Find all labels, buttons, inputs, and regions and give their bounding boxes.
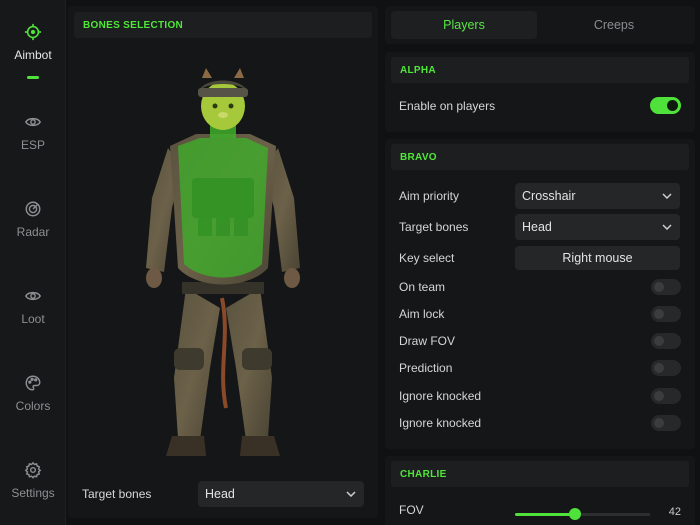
ignore-knocked-toggle-2[interactable] (651, 415, 681, 431)
ignore-knocked-toggle[interactable] (651, 388, 681, 404)
bravo-header: BRAVO (391, 144, 689, 170)
sidebar-item-label: Settings (11, 485, 55, 500)
tab-players[interactable]: Players (391, 11, 537, 39)
active-indicator (27, 76, 39, 79)
character-model[interactable] (138, 68, 308, 463)
select-value: Crosshair (522, 189, 576, 203)
sidebar-item-esp[interactable]: ESP (0, 102, 66, 162)
sidebar-item-radar[interactable]: Radar (0, 189, 66, 249)
draw-fov-toggle[interactable] (651, 333, 681, 349)
bravo-section: BRAVO Aim priority Crosshair Target bone… (385, 139, 695, 449)
sidebar: Aimbot ESP Radar Loot Colors Settings (0, 0, 66, 525)
prediction-label: Prediction (399, 361, 453, 375)
sidebar-item-loot[interactable]: Loot (0, 276, 66, 336)
palette-icon (25, 375, 41, 390)
fov-slider-track (575, 513, 650, 516)
charlie-header: CHARLIE (391, 461, 689, 487)
bones-selection-panel: BONES SELECTION Target bones Head (68, 6, 378, 518)
sidebar-item-label: Radar (16, 224, 50, 239)
gear-icon (24, 461, 42, 479)
fov-slider-thumb[interactable] (569, 508, 581, 520)
eye-icon (24, 291, 42, 300)
enable-on-players-toggle[interactable] (650, 97, 681, 114)
target-bones-label: Target bones (399, 220, 469, 234)
select-value: Head (205, 487, 235, 501)
radar-icon (25, 201, 41, 216)
crosshair-icon (24, 23, 42, 40)
fov-label: FOV (399, 503, 424, 517)
sidebar-item-label: ESP (20, 137, 45, 152)
key-select-label: Key select (399, 251, 455, 265)
mode-tabs: Players Creeps (385, 6, 695, 44)
aim-lock-label: Aim lock (399, 307, 445, 321)
chevron-down-icon (662, 193, 672, 199)
sidebar-item-aimbot[interactable]: Aimbot (0, 12, 66, 72)
bones-selection-header: BONES SELECTION (74, 12, 372, 38)
sidebar-item-settings[interactable]: Settings (0, 450, 66, 510)
prediction-toggle[interactable] (651, 360, 681, 376)
sidebar-item-label: Colors (15, 398, 51, 413)
sidebar-item-label: Aimbot (14, 47, 52, 62)
alpha-section: ALPHA Enable on players (385, 52, 695, 132)
ignore-knocked-label-2: Ignore knocked (399, 416, 482, 430)
ignore-knocked-label: Ignore knocked (399, 389, 482, 403)
aim-priority-select[interactable]: Crosshair (515, 183, 680, 209)
sidebar-item-label: Loot (21, 311, 45, 326)
tab-creeps[interactable]: Creeps (541, 11, 687, 39)
charlie-section: CHARLIE FOV 42 (385, 456, 695, 525)
target-bones-select[interactable]: Head (198, 481, 364, 507)
chevron-down-icon (662, 224, 672, 230)
fov-value: 42 (668, 506, 681, 518)
draw-fov-label: Draw FOV (399, 334, 456, 348)
aim-priority-label: Aim priority (399, 189, 460, 203)
target-bones-label: Target bones (82, 487, 152, 501)
fov-slider-fill (515, 513, 575, 516)
sidebar-item-colors[interactable]: Colors (0, 363, 66, 423)
target-bones-select[interactable]: Head (515, 214, 680, 240)
eye-icon (24, 117, 42, 126)
on-team-label: On team (399, 280, 446, 294)
key-select-button[interactable]: Right mouse (515, 246, 680, 270)
alpha-header: ALPHA (391, 57, 689, 83)
aim-lock-toggle[interactable] (651, 306, 681, 322)
enable-on-players-label: Enable on players (399, 99, 496, 113)
select-value: Head (522, 220, 552, 234)
chevron-down-icon (346, 491, 356, 497)
on-team-toggle[interactable] (651, 279, 681, 295)
